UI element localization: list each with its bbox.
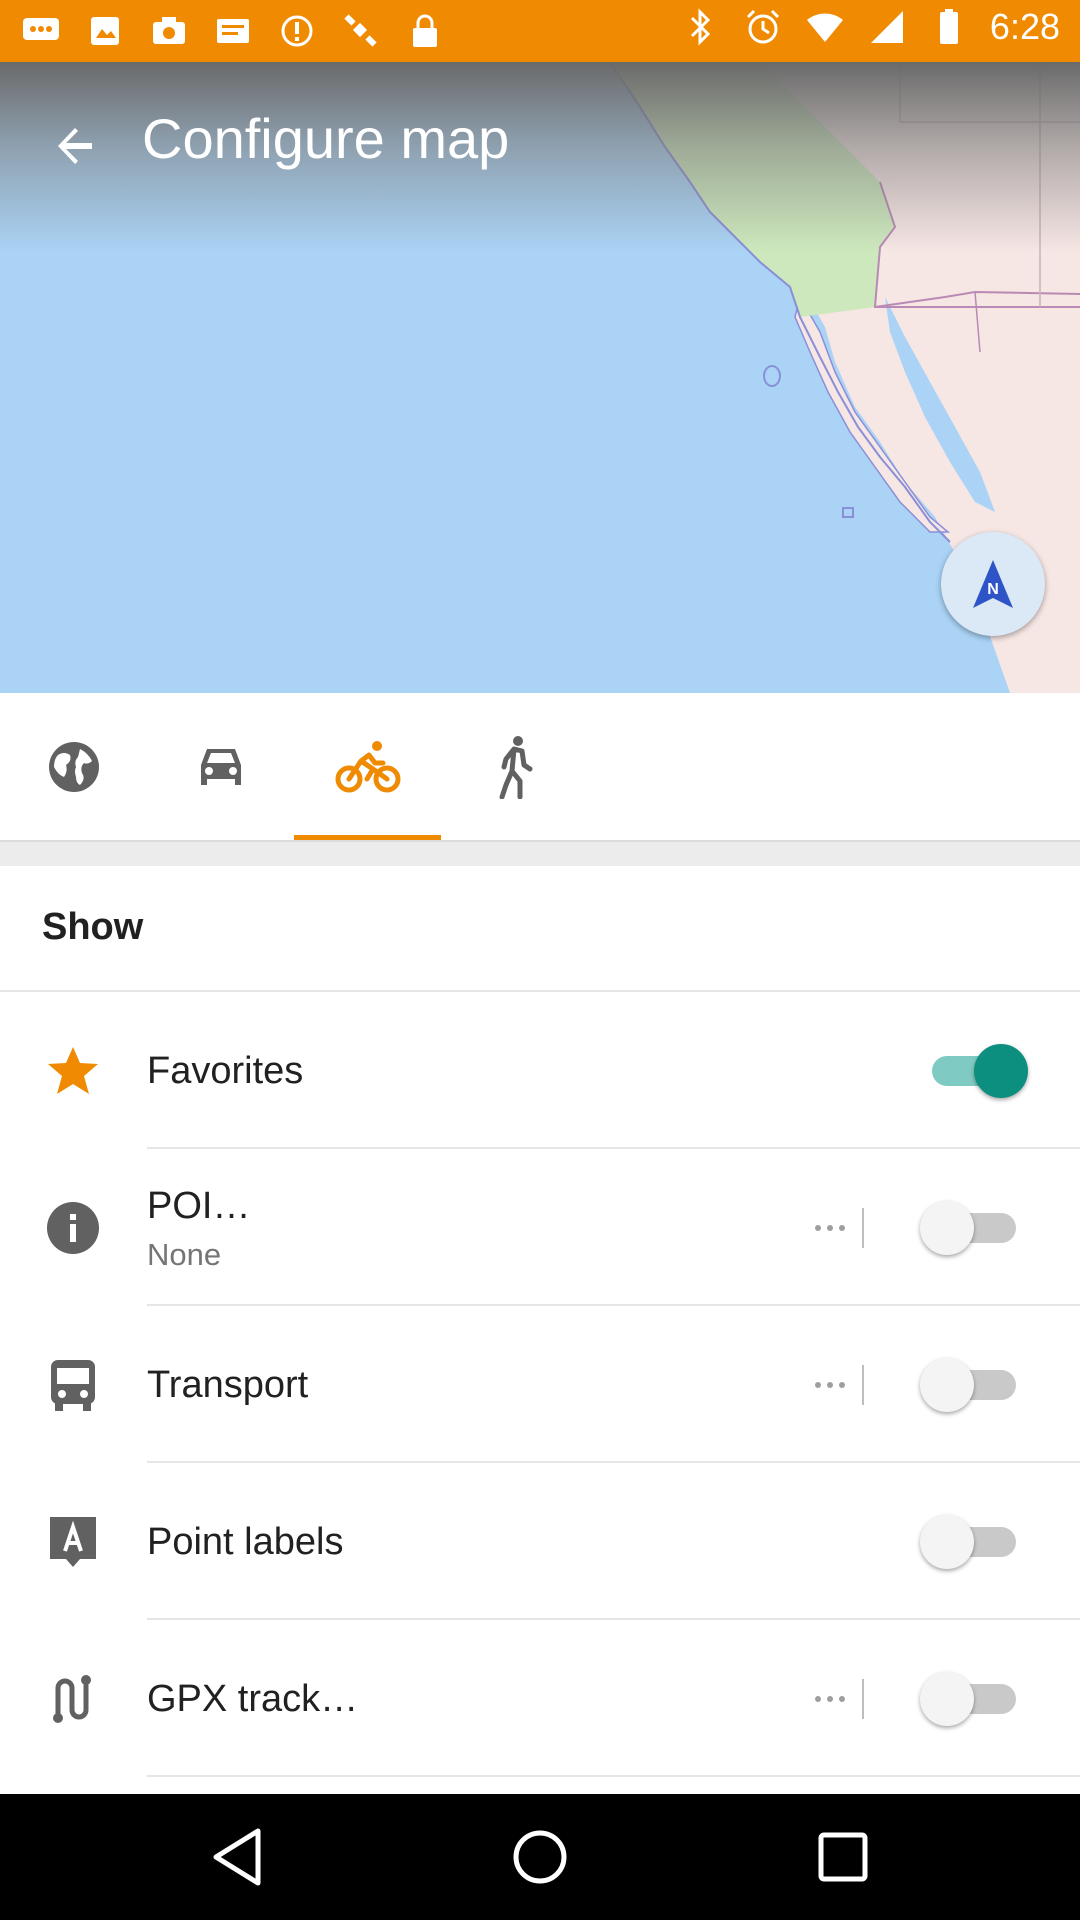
poi-more-button[interactable] xyxy=(800,1208,860,1248)
list-item-transport[interactable]: Transport xyxy=(0,1306,1080,1463)
home-nav-icon xyxy=(513,1830,567,1884)
battery-icon xyxy=(928,6,970,48)
status-bar: 6:28 xyxy=(0,0,1080,62)
tab-car[interactable] xyxy=(147,693,294,840)
route-icon xyxy=(40,1666,106,1732)
camera-icon xyxy=(148,10,190,52)
compass-button[interactable]: N xyxy=(941,532,1045,636)
globe-icon xyxy=(48,741,99,792)
back-nav-button[interactable] xyxy=(204,1824,270,1890)
list-item-sublabel: None xyxy=(147,1237,222,1272)
star-icon xyxy=(40,1038,106,1104)
vertical-divider xyxy=(862,1678,864,1719)
back-button[interactable] xyxy=(40,110,112,182)
lock-icon xyxy=(404,10,446,52)
row-separator xyxy=(147,1775,1080,1777)
list-item-point-labels[interactable]: Point labels xyxy=(0,1463,1080,1620)
navigation-bar xyxy=(0,1794,1080,1920)
map-view[interactable]: Configure map N xyxy=(0,62,1080,693)
list-item-gpx-track[interactable]: GPX track… xyxy=(0,1620,1080,1777)
favorites-toggle[interactable] xyxy=(920,1041,1028,1101)
alert-icon xyxy=(276,10,318,52)
gpx-toggle[interactable] xyxy=(920,1669,1028,1729)
list-item-label: Point labels xyxy=(147,1521,344,1563)
list-item-label: POI… xyxy=(147,1185,251,1227)
transport-more-button[interactable] xyxy=(800,1365,860,1405)
show-section: Show Favorites POI… None Transport Point… xyxy=(0,866,1080,1794)
compass-icon: N xyxy=(973,560,1013,608)
more-horizontal-icon xyxy=(815,1381,845,1388)
more-horizontal-icon xyxy=(815,1224,845,1231)
transport-toggle[interactable] xyxy=(920,1355,1028,1415)
tab-bicycle[interactable] xyxy=(294,693,441,840)
message-icon xyxy=(212,10,254,52)
image-icon xyxy=(84,10,126,52)
recents-nav-icon xyxy=(818,1832,868,1882)
poi-toggle[interactable] xyxy=(920,1198,1028,1258)
page-title: Configure map xyxy=(142,107,510,170)
back-nav-icon xyxy=(213,1828,261,1886)
more-horizontal-icon xyxy=(815,1695,845,1702)
vertical-divider xyxy=(862,1207,864,1248)
compass-label: N xyxy=(987,581,999,598)
home-nav-button[interactable] xyxy=(507,1824,573,1890)
gpx-more-button[interactable] xyxy=(800,1679,860,1719)
chat-icon xyxy=(20,10,62,52)
satellite-icon xyxy=(340,10,382,52)
signal-icon xyxy=(866,6,908,48)
bus-icon xyxy=(40,1352,106,1418)
pedestrian-icon xyxy=(499,735,532,799)
tab-browse-map[interactable] xyxy=(0,693,147,840)
list-item-label: Favorites xyxy=(147,1050,304,1092)
list-item-favorites[interactable]: Favorites xyxy=(0,992,1080,1149)
label-icon xyxy=(40,1509,106,1575)
clock: 6:28 xyxy=(989,6,1060,47)
bluetooth-icon xyxy=(680,6,722,48)
bicycle-icon xyxy=(335,740,400,792)
point-labels-toggle[interactable] xyxy=(920,1512,1028,1572)
list-item-label: GPX track… xyxy=(147,1678,359,1720)
tab-pedestrian[interactable] xyxy=(441,693,588,840)
wifi-icon xyxy=(804,6,846,48)
vertical-divider xyxy=(862,1364,864,1405)
status-bar-notifications xyxy=(20,10,446,52)
section-divider xyxy=(0,842,1080,866)
section-title: Show xyxy=(42,906,144,948)
list-item-label: Transport xyxy=(147,1364,309,1406)
profile-tabs xyxy=(0,693,1080,842)
alarm-icon xyxy=(742,6,784,48)
arrow-back-icon xyxy=(58,128,92,164)
recents-nav-button[interactable] xyxy=(810,1824,876,1890)
status-bar-system: 6:28 xyxy=(680,6,1060,48)
car-icon xyxy=(200,748,241,785)
list-item-poi[interactable]: POI… None xyxy=(0,1149,1080,1306)
info-icon xyxy=(40,1195,106,1261)
